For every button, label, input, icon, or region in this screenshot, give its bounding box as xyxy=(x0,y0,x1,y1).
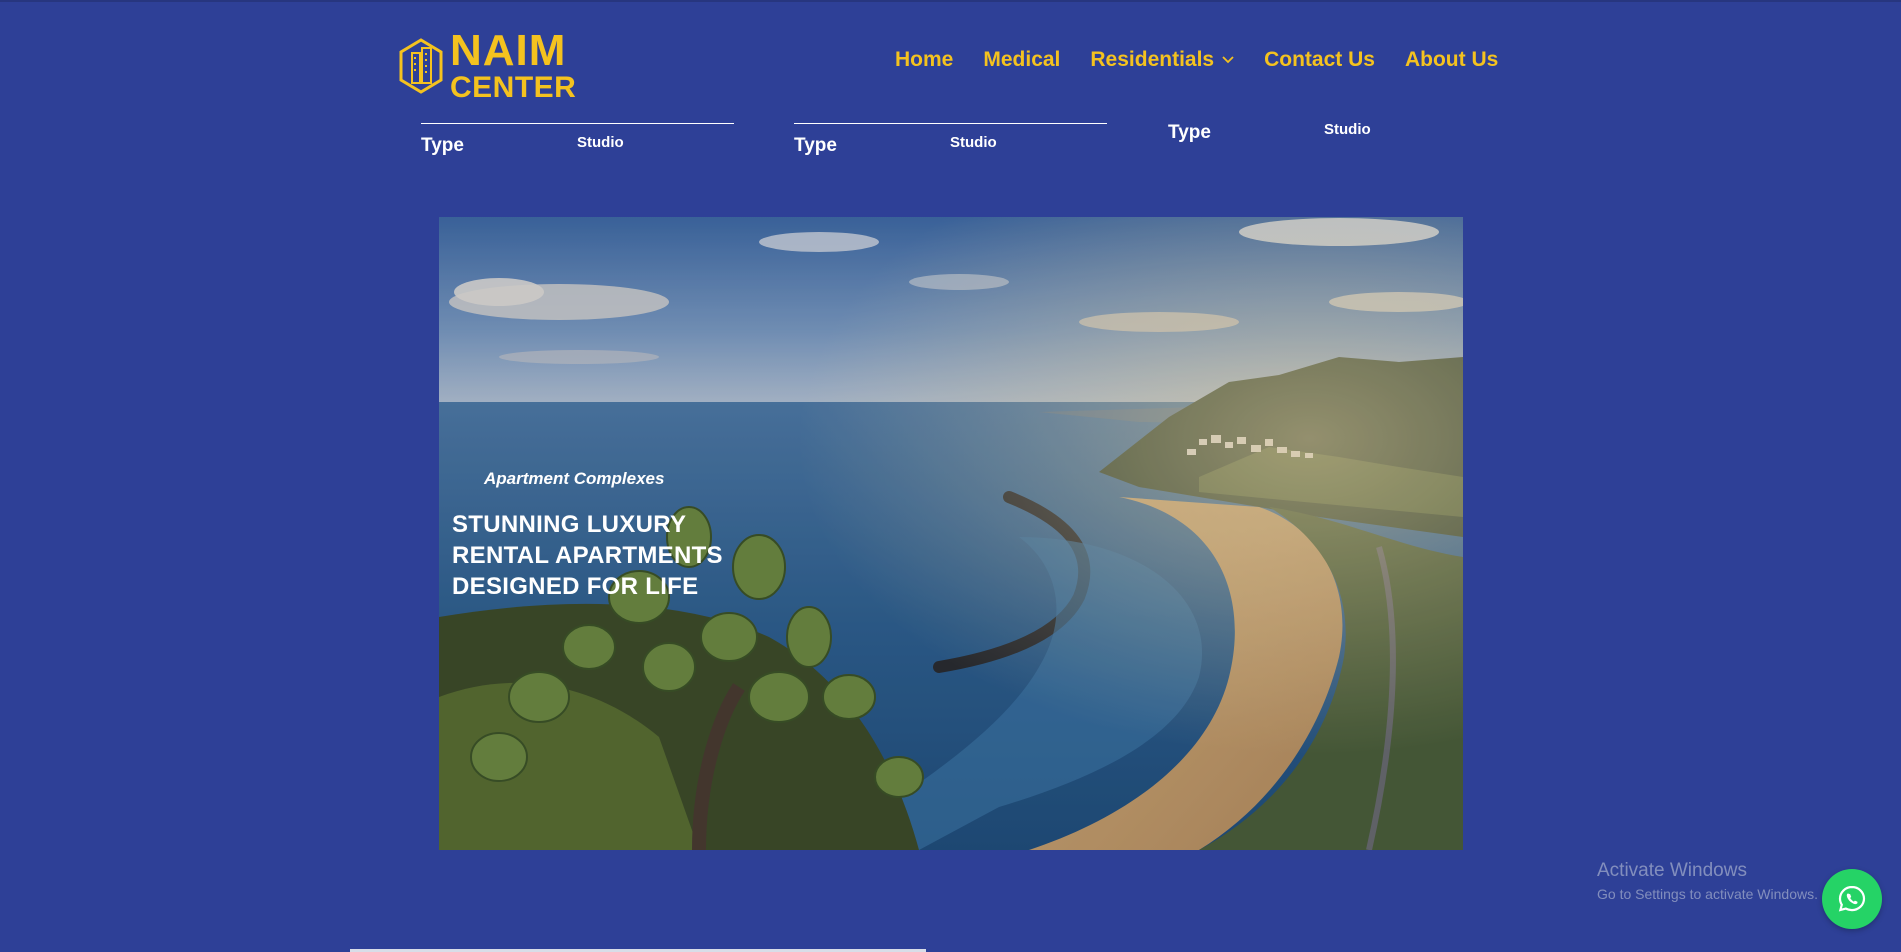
whatsapp-icon xyxy=(1838,885,1866,912)
top-border xyxy=(0,0,1901,2)
main-nav: Home Medical Residentials Contact Us Abo… xyxy=(895,48,1498,72)
logo-line-2: CENTER xyxy=(450,71,577,104)
nav-home[interactable]: Home xyxy=(895,48,953,72)
nav-residentials-label: Residentials xyxy=(1090,48,1215,71)
filter-label: Type xyxy=(1168,122,1211,143)
filter-label: Type xyxy=(794,135,837,156)
logo-wordmark: NAIM CENTER xyxy=(450,29,576,103)
filter-label: Type xyxy=(421,135,464,156)
chevron-down-icon xyxy=(1222,56,1234,64)
site-logo[interactable]: NAIM CENTER xyxy=(398,29,576,103)
watermark-subtitle: Go to Settings to activate Windows. xyxy=(1597,886,1818,902)
hero-banner: Apartment Complexes STUNNING LUXURY RENT… xyxy=(439,217,1463,850)
hero-title: STUNNING LUXURY RENTAL APARTMENTS DESIGN… xyxy=(452,511,723,600)
watermark-title: Activate Windows xyxy=(1597,860,1747,881)
filter-divider xyxy=(421,123,734,124)
filter-value: Studio xyxy=(950,134,997,151)
windows-activation-watermark: Activate Windows Go to Settings to activ… xyxy=(1597,860,1818,902)
page: NAIM CENTER Home Medical Residentials Co… xyxy=(0,0,1901,952)
building-hexagon-icon xyxy=(399,38,443,94)
whatsapp-chat-button[interactable] xyxy=(1822,869,1882,929)
filter-type-2[interactable]: Type Studio xyxy=(794,123,1107,163)
hero-eyebrow: Apartment Complexes xyxy=(484,469,665,488)
logo-line-1: NAIM xyxy=(450,26,567,75)
filter-value: Studio xyxy=(1324,121,1371,138)
filter-divider xyxy=(794,123,1107,124)
filter-type-1[interactable]: Type Studio xyxy=(421,123,734,163)
filter-type-3[interactable]: Type Studio xyxy=(1168,120,1481,150)
nav-about-us[interactable]: About Us xyxy=(1405,48,1498,72)
nav-residentials[interactable]: Residentials xyxy=(1090,48,1234,72)
nav-contact-us[interactable]: Contact Us xyxy=(1264,48,1375,72)
nav-medical[interactable]: Medical xyxy=(983,48,1060,72)
filter-value: Studio xyxy=(577,134,624,151)
